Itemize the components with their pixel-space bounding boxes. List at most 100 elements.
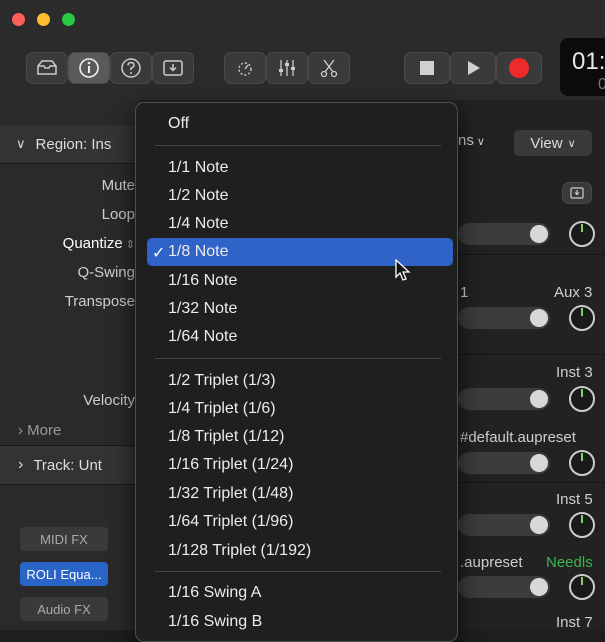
mixer-icon [279, 60, 295, 76]
zoom-window-button[interactable] [62, 13, 75, 26]
menu-item-1-2-note[interactable]: 1/2 Note [147, 182, 453, 210]
lcd-time: 01: [572, 48, 605, 75]
stop-button[interactable] [404, 52, 450, 84]
region-header[interactable]: ∨ Region: Ins [0, 125, 140, 164]
menu-item-label: 1/4 Note [168, 215, 229, 232]
pan-knob-3[interactable] [569, 386, 595, 412]
mixer-button[interactable] [266, 52, 308, 84]
menu-item-label: 1/16 Swing B [168, 613, 263, 630]
menu-item-1-64-note[interactable]: 1/64 Note [147, 323, 453, 351]
track-header-label: Track: Unt [33, 456, 102, 474]
minimize-window-button[interactable] [37, 13, 50, 26]
close-window-button[interactable] [12, 13, 25, 26]
transpose-label: Transpose [64, 293, 135, 310]
menu-separator [155, 358, 441, 359]
menu-item-1-64-triplet[interactable]: 1/64 Triplet (1/96) [147, 508, 453, 536]
view-menu[interactable]: View ∨ [514, 130, 592, 156]
library-icon [37, 60, 57, 75]
toggle-5[interactable] [458, 514, 550, 536]
menu-item-label: 1/128 Triplet (1/192) [168, 542, 312, 559]
play-button[interactable] [450, 52, 496, 84]
download-tray-icon [570, 187, 584, 199]
menu-item-label: 1/32 Note [168, 300, 238, 317]
region-header-label: Region: Ins [35, 135, 112, 153]
menu-item-1-32-triplet[interactable]: 1/32 Triplet (1/48) [147, 480, 453, 508]
menu-item-1-1-note[interactable]: 1/1 Note [147, 154, 453, 182]
midi-fx-slot[interactable]: MIDI FX [20, 527, 108, 551]
menu-separator [155, 145, 441, 146]
q-swing-label: Q-Swing [77, 264, 135, 281]
window-toolbar: 01: 0 [0, 0, 605, 101]
preset-label: #default.aupreset [460, 429, 576, 446]
pan-knob-5[interactable] [569, 512, 595, 538]
mouse-pointer-icon [395, 259, 411, 281]
toggle-1[interactable] [458, 223, 550, 245]
inspector-button[interactable] [68, 52, 110, 84]
channel-number-label: 1 [460, 284, 469, 301]
download-button[interactable] [152, 52, 194, 84]
toggle-3[interactable] [458, 388, 550, 410]
quantize-text: Quantize [62, 235, 123, 252]
menu-item-label: 1/2 Note [168, 187, 229, 204]
menu-item-label: 1/64 Triplet (1/96) [168, 513, 294, 530]
editors-button[interactable] [308, 52, 350, 84]
menu-item-label: 1/32 Triplet (1/48) [168, 485, 294, 502]
stepper-icon: ⇕ [122, 239, 135, 251]
play-icon [468, 61, 480, 75]
instrument-plugin-slot[interactable]: ROLI Equa... [20, 562, 108, 586]
toggle-6[interactable] [458, 576, 550, 598]
chevron-down-icon: ∨ [473, 136, 485, 148]
needls-label: Needls [546, 554, 593, 571]
menu-item-label: 1/8 Triplet (1/12) [168, 428, 285, 445]
track-header[interactable]: › Track: Unt [0, 445, 140, 485]
record-button[interactable] [496, 52, 542, 84]
strip-download-button[interactable] [562, 182, 592, 204]
inst-5-label: Inst 5 [556, 491, 593, 508]
audio-fx-slot[interactable]: Audio FX [20, 597, 108, 621]
menu-item-1-2-triplet[interactable]: 1/2 Triplet (1/3) [147, 367, 453, 395]
menu-item-label: 1/8 Note [168, 243, 229, 260]
help-icon [121, 58, 141, 78]
menu-item-label: Off [168, 115, 190, 132]
mute-label: Mute [101, 177, 135, 194]
velocity-label: Velocity [83, 392, 135, 409]
lcd-display[interactable]: 01: 0 [560, 38, 605, 96]
aupreset-label: .aupreset [460, 554, 523, 571]
chevron-right-icon: › [18, 456, 24, 473]
library-button[interactable] [26, 52, 68, 84]
menu-item-1-32-note[interactable]: 1/32 Note [147, 295, 453, 323]
inst-7-label: Inst 7 [556, 614, 593, 631]
quick-help-button[interactable] [110, 52, 152, 84]
checkmark-icon: ✓ [152, 245, 166, 262]
menu-item-off[interactable]: Off [147, 110, 453, 138]
menu-item-1-16-swing-b[interactable]: 1/16 Swing B [147, 608, 453, 636]
info-icon [79, 58, 99, 78]
pan-knob-2[interactable] [569, 305, 595, 331]
stop-icon [420, 61, 434, 75]
more-disclosure[interactable]: › More [18, 422, 61, 439]
functions-menu[interactable]: ns ∨ [458, 132, 514, 156]
lcd-sub: 0 [598, 76, 605, 93]
menu-item-label: 1/1 Note [168, 159, 229, 176]
download-tray-icon [163, 60, 183, 76]
pan-knob-4[interactable] [569, 450, 595, 476]
menu-item-label: 1/16 Triplet (1/24) [168, 456, 294, 473]
toggle-2[interactable] [458, 307, 550, 329]
menu-item-1-8-triplet[interactable]: 1/8 Triplet (1/12) [147, 423, 453, 451]
toggle-4[interactable] [458, 452, 550, 474]
quantize-label[interactable]: Quantize ⇕ [0, 235, 135, 252]
menu-item-label: 1/16 Swing A [168, 584, 262, 601]
menu-item-1-128-triplet[interactable]: 1/128 Triplet (1/192) [147, 537, 453, 565]
smart-controls-button[interactable] [224, 52, 266, 84]
menu-item-1-16-triplet[interactable]: 1/16 Triplet (1/24) [147, 451, 453, 479]
chevron-down-icon: ∨ [567, 137, 576, 150]
menu-item-1-16-swing-a[interactable]: 1/16 Swing A [147, 579, 453, 607]
pan-knob-6[interactable] [569, 574, 595, 600]
inspector-panel: ∨ Region: Ins Mute Loop Quantize ⇕ Q-Swi… [0, 100, 140, 630]
chevron-down-icon: ∨ [16, 136, 26, 151]
pan-knob-1[interactable] [569, 221, 595, 247]
menu-item-1-4-note[interactable]: 1/4 Note [147, 210, 453, 238]
aux-3-label: Aux 3 [554, 284, 593, 301]
smart-controls-icon [238, 62, 252, 76]
menu-item-1-4-triplet[interactable]: 1/4 Triplet (1/6) [147, 395, 453, 423]
